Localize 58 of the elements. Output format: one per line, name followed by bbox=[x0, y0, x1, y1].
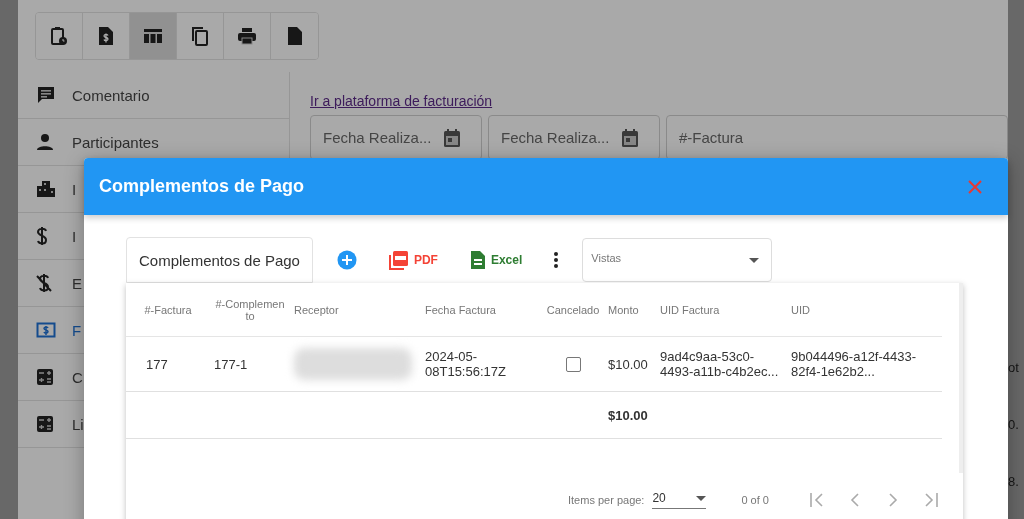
sidebar-item[interactable]: Comentario bbox=[18, 72, 289, 119]
page-range: 0 of 0 bbox=[741, 494, 769, 506]
column-header[interactable]: #-Complemento bbox=[214, 297, 286, 322]
printer-icon bbox=[237, 27, 257, 45]
table-cell: $10.00 bbox=[608, 356, 648, 372]
table-cell: 177-1 bbox=[214, 356, 248, 372]
checkbox[interactable] bbox=[565, 357, 581, 373]
table-cell: 2024-05-08T15:56:17Z bbox=[425, 349, 506, 379]
cut-off-text: 8. bbox=[1008, 474, 1020, 489]
dropdown-caret-icon bbox=[749, 257, 760, 263]
money-icon bbox=[36, 322, 56, 338]
excel-button[interactable]: Excel bbox=[461, 246, 531, 274]
more-vertical-icon bbox=[554, 252, 559, 268]
copy-icon bbox=[191, 26, 209, 46]
table-cell: 9ad4c9aa-53c0-4493-a11b-c4b2ec... bbox=[660, 349, 779, 379]
column-header[interactable]: Monto bbox=[608, 303, 652, 316]
toolbar-button[interactable] bbox=[130, 13, 177, 59]
calendar-icon bbox=[443, 127, 461, 148]
building-icon bbox=[36, 180, 56, 198]
column-header[interactable]: Cancelado bbox=[546, 303, 600, 316]
comment-icon bbox=[36, 85, 56, 105]
total-amount: $10.00 bbox=[608, 407, 648, 423]
last-page-icon bbox=[922, 492, 939, 508]
column-header[interactable]: #-Factura bbox=[130, 303, 206, 316]
table-cell: 9b044496-a12f-4433-82f4-1e62b2... bbox=[791, 349, 917, 379]
cut-off-text: ot bbox=[1008, 360, 1020, 375]
chevron-left-icon bbox=[849, 492, 860, 508]
chevron-right-icon bbox=[887, 492, 898, 508]
pdf-icon bbox=[388, 250, 409, 270]
column-header[interactable]: Receptor bbox=[294, 303, 417, 316]
clipboard-clock-icon bbox=[50, 26, 68, 46]
page-size-select[interactable]: 20 bbox=[652, 491, 707, 509]
table-title: Complementos de Pago bbox=[126, 237, 313, 283]
columns-icon bbox=[143, 28, 163, 44]
calculator-icon bbox=[36, 368, 54, 386]
pdf-button[interactable]: PDF bbox=[380, 246, 446, 274]
first-page-icon bbox=[808, 492, 825, 508]
calendar-icon bbox=[621, 127, 639, 148]
table-cell: 177 bbox=[146, 356, 168, 372]
add-icon bbox=[336, 250, 357, 270]
column-header[interactable]: UID bbox=[791, 303, 938, 316]
views-select[interactable]: Vistas bbox=[582, 238, 773, 282]
dialog-title: Complementos de Pago bbox=[99, 176, 305, 197]
column-header[interactable]: UID Factura bbox=[660, 303, 783, 316]
column-header[interactable]: Fecha Factura bbox=[425, 303, 538, 316]
invoice-icon bbox=[98, 26, 114, 46]
billing-platform-link[interactable]: Ir a plataforma de facturación bbox=[310, 93, 493, 109]
close-icon bbox=[968, 179, 982, 194]
calculator-icon bbox=[36, 415, 54, 433]
spreadsheet-icon bbox=[469, 250, 486, 270]
file-icon bbox=[286, 26, 303, 46]
toolbar-button[interactable] bbox=[36, 13, 83, 59]
items-per-page-label: Items per page: bbox=[568, 494, 645, 506]
dollar-off-icon bbox=[36, 273, 52, 293]
dropdown-caret-icon bbox=[696, 495, 707, 501]
person-icon bbox=[36, 133, 54, 151]
cut-off-text: 0. bbox=[1008, 417, 1020, 432]
dollar-icon bbox=[36, 226, 48, 246]
